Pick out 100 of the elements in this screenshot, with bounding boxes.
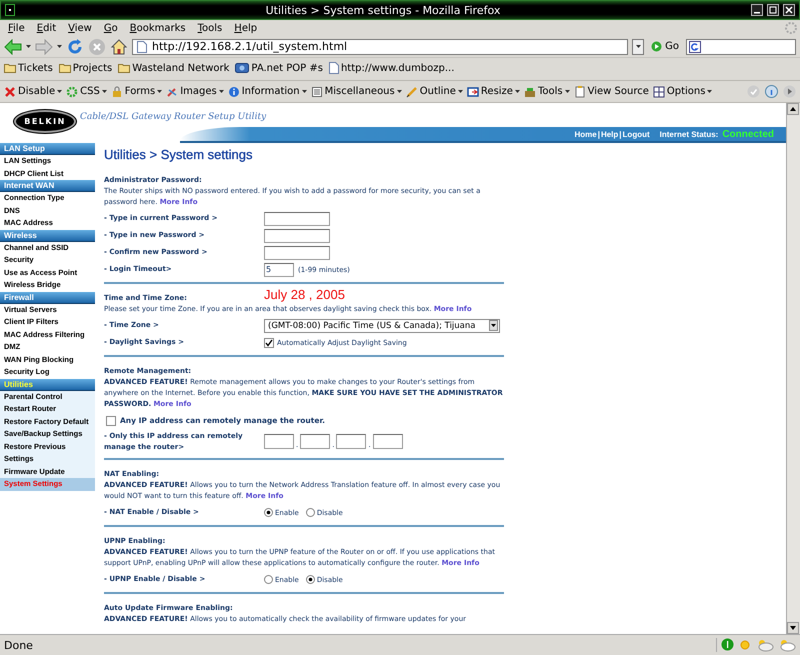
checkbox[interactable]: [264, 338, 274, 348]
menu-item[interactable]: Go: [98, 22, 124, 34]
scroll-up-icon[interactable]: [787, 103, 799, 115]
toolbox-icon: [524, 86, 536, 98]
radio-button[interactable]: [306, 575, 315, 584]
window-menu-icon[interactable]: [5, 4, 15, 16]
bookmark-item[interactable]: Wasteland Network: [118, 62, 230, 74]
search-engine-icon: [689, 40, 701, 52]
caret-icon: [57, 45, 62, 48]
ip-octet-field[interactable]: [336, 434, 366, 449]
online-icon: [721, 638, 734, 651]
separator-text: |: [598, 130, 600, 138]
search-field[interactable]: [686, 38, 796, 54]
page-icon: [328, 62, 339, 74]
bookmark-item[interactable]: Projects: [58, 62, 112, 74]
caret-icon: [396, 90, 402, 93]
close-icon[interactable]: [783, 4, 795, 16]
window-title: Utilities > System settings - Mozilla Firefox: [264, 4, 502, 16]
caret-icon: [707, 90, 712, 93]
status-label: Internet Status:: [660, 130, 718, 138]
dropdown-button[interactable]: [632, 38, 644, 54]
menu-item[interactable]: Edit: [30, 22, 62, 34]
toolbar-menu-button[interactable]: View Source: [574, 86, 649, 98]
throbber-icon: [785, 22, 797, 34]
go-button[interactable]: Go: [648, 41, 682, 52]
sidebar-section-header: LAN Setup: [0, 143, 95, 155]
maximize-icon[interactable]: [767, 4, 779, 16]
ip-octet-field[interactable]: [300, 434, 330, 449]
toolbar-menu-button[interactable]: Forms: [110, 86, 162, 98]
caret-icon: [102, 90, 107, 93]
caret-icon: [636, 45, 641, 48]
list-icon: [310, 86, 323, 98]
ip-octet-field[interactable]: [264, 434, 294, 449]
toolbar-menu-button[interactable]: Images: [166, 86, 224, 98]
caret-icon: [458, 90, 463, 93]
logo: BELKIN: [14, 110, 76, 133]
checkbox[interactable]: [106, 416, 116, 426]
time-zone-dropdown[interactable]: (GMT-08:00) Pacific Time (US & Canada); Tijuana: [264, 318, 500, 332]
badge-icon: [235, 63, 250, 73]
minimize-icon[interactable]: [751, 4, 763, 16]
status-text: Done: [4, 638, 33, 652]
caret-icon: [218, 90, 224, 93]
password-field[interactable]: [264, 212, 330, 226]
info-icon[interactable]: [765, 85, 778, 98]
date-text: July 28 , 2005: [264, 287, 345, 302]
toolbar-menu-button[interactable]: Tools: [524, 86, 570, 98]
bookmark-item[interactable]: http://www.dumbozp...: [328, 62, 454, 74]
menu-item[interactable]: Bookmarks: [124, 22, 192, 34]
folder-icon: [4, 63, 16, 73]
sidebar-section-header: Internet WAN: [0, 180, 95, 192]
home-icon[interactable]: [110, 38, 128, 56]
caret-icon: [514, 90, 520, 93]
page-heading: Utilities > System settings: [104, 147, 254, 162]
password-field[interactable]: [264, 228, 330, 242]
sidebar-section-header: Firewall: [0, 292, 95, 304]
toolbar-menu-button[interactable]: CSS: [66, 86, 107, 98]
folder-icon: [58, 63, 71, 73]
caret-icon: [26, 45, 31, 48]
cloud-icon: [756, 638, 774, 652]
radio-button[interactable]: [306, 508, 315, 517]
header-link[interactable]: Logout: [622, 130, 650, 138]
toolbar-menu-button[interactable]: Information: [228, 86, 307, 98]
password-field[interactable]: [264, 246, 330, 260]
input-field[interactable]: 5: [264, 262, 294, 276]
toolbar-menu-button[interactable]: Disable: [4, 86, 62, 98]
header-link[interactable]: Home: [574, 130, 597, 138]
scroll-down-icon[interactable]: [787, 622, 799, 634]
toolbar-menu-button[interactable]: Options: [652, 86, 712, 98]
radio-button[interactable]: [264, 508, 273, 517]
next-icon[interactable]: [783, 85, 796, 98]
radio-button[interactable]: [264, 575, 273, 584]
bookmark-item[interactable]: Tickets: [4, 62, 53, 74]
header-link[interactable]: Help: [600, 130, 618, 138]
scrollbar[interactable]: [786, 103, 800, 634]
document-icon: [574, 86, 586, 98]
window-icon: [466, 86, 479, 98]
ip-octet-field[interactable]: [372, 434, 403, 449]
toolbar-menu-button[interactable]: Outline: [406, 86, 463, 98]
lock-icon: [110, 86, 123, 98]
caret-icon: [57, 90, 62, 93]
sidebar-section-header: Utilities: [0, 378, 95, 390]
gear-icon: [66, 86, 78, 98]
go-icon: [651, 41, 662, 52]
toolbar-menu-button[interactable]: Resize: [466, 86, 520, 98]
back-icon[interactable]: [4, 38, 22, 54]
menu-item[interactable]: File: [2, 22, 31, 34]
bookmark-item[interactable]: PA.net POP #s: [235, 62, 323, 74]
grid-icon: [652, 86, 665, 98]
folder-icon: [118, 63, 130, 73]
page-icon: [137, 40, 147, 52]
toolbar-menu-button[interactable]: Miscellaneous: [310, 86, 402, 98]
tagline-text: Cable/DSL Gateway Router Setup Utility: [80, 112, 266, 122]
cross-icon: [4, 86, 16, 98]
info-icon: [228, 86, 240, 98]
menu-item[interactable]: Tools: [192, 22, 228, 34]
menu-item[interactable]: View: [62, 22, 98, 34]
menu-item[interactable]: Help: [228, 22, 264, 34]
address-field[interactable]: http://192.168.2.1/util_system.html: [132, 38, 628, 54]
reload-icon[interactable]: [66, 38, 84, 56]
check-icon[interactable]: [747, 85, 760, 98]
